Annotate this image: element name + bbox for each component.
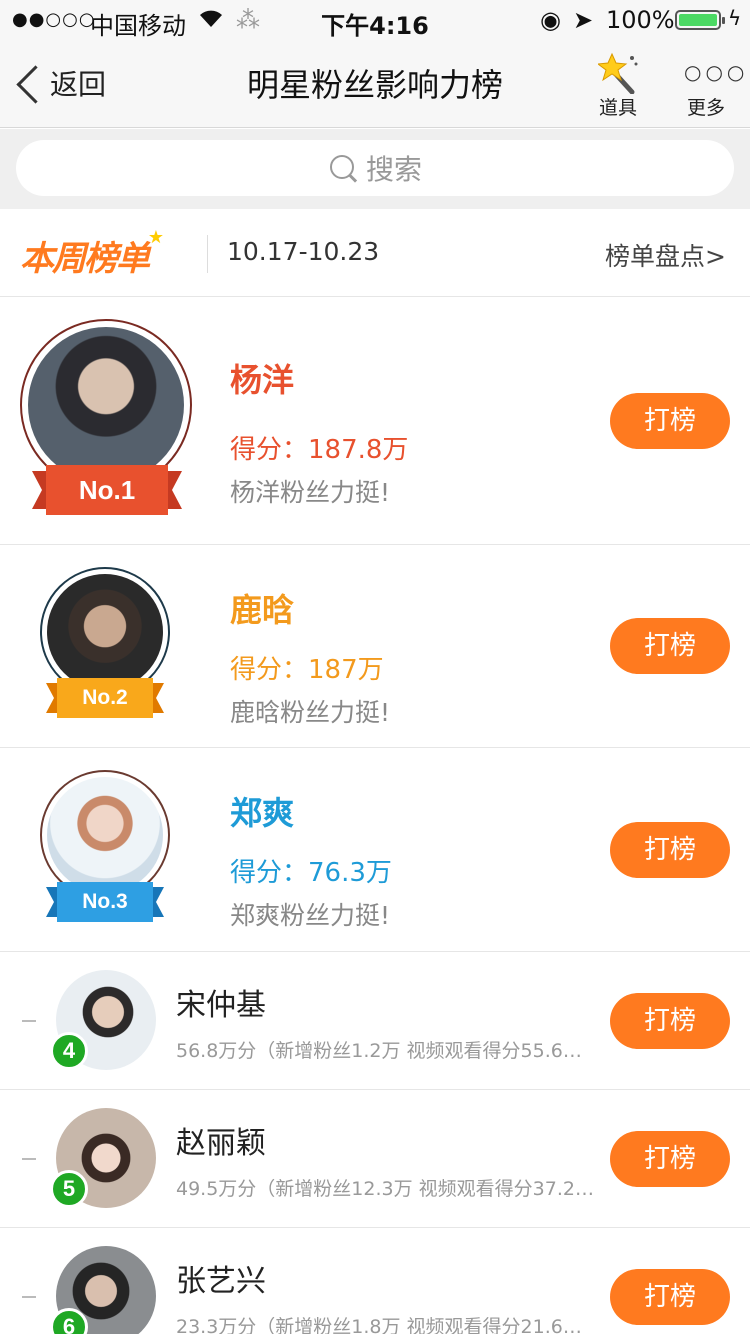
star-icon: ★ <box>147 227 164 248</box>
battery-percentage: 100% <box>606 6 675 34</box>
search-placeholder: 搜索 <box>365 153 422 186</box>
ranking-row-2[interactable]: No.2 鹿晗 得分：187万 鹿晗粉丝力挺! 打榜 <box>0 545 750 748</box>
avatar <box>47 777 163 893</box>
chart-review-link[interactable]: 榜单盘点> <box>605 237 726 273</box>
ranking-row-4[interactable]: 4 宋仲基 56.8万分（新增粉丝1.2万 视频观看得分55.6万） 打榜 <box>0 952 750 1090</box>
weekly-chart-logo: 本周榜单 ★ <box>20 227 164 280</box>
ranking-row-5[interactable]: 5 赵丽颖 49.5万分（新增粉丝12.3万 视频观看得分37.2万） 打榜 <box>0 1090 750 1228</box>
celebrity-name: 郑爽 <box>230 794 295 832</box>
tools-button[interactable]: 道具 <box>586 48 650 120</box>
tools-label: 道具 <box>598 97 637 119</box>
ranking-row-1[interactable]: No.1 杨洋 得分：187.8万 杨洋粉丝力挺! 打榜 <box>0 297 750 545</box>
fan-slogan: 鹿晗粉丝力挺! <box>230 698 391 727</box>
chevron-left-icon <box>14 63 36 103</box>
score: 得分：187万 <box>230 655 384 685</box>
celebrity-name: 杨洋 <box>230 361 295 399</box>
rank-trend-icon <box>22 1296 36 1298</box>
more-label: 更多 <box>686 97 725 119</box>
fan-slogan: 杨洋粉丝力挺! <box>230 478 391 507</box>
score: 得分：76.3万 <box>230 858 392 888</box>
week-date-range: 10.17-10.23 <box>227 237 380 266</box>
rank-badge: 4 <box>50 1032 88 1070</box>
location-arrow-icon: ➤ <box>573 6 594 34</box>
search-input[interactable]: 搜索 <box>16 140 734 196</box>
score-detail: 23.3万分（新增粉丝1.8万 视频观看得分21.6万） <box>176 1316 600 1334</box>
score-detail: 56.8万分（新增粉丝1.2万 视频观看得分55.6万） <box>176 1040 600 1062</box>
score: 得分：187.8万 <box>230 435 409 465</box>
orientation-lock-icon: ◉ <box>540 6 561 34</box>
search-icon <box>328 153 358 183</box>
avatar <box>47 574 163 690</box>
search-area: 搜索 <box>0 129 750 209</box>
vote-button[interactable]: 打榜 <box>610 1131 730 1187</box>
rank-trend-icon <box>22 1020 36 1022</box>
magic-wand-icon <box>598 52 638 94</box>
vote-button[interactable]: 打榜 <box>610 993 730 1049</box>
celebrity-name: 鹿晗 <box>230 591 295 629</box>
celebrity-name: 赵丽颖 <box>176 1126 266 1161</box>
battery-icon <box>675 10 725 30</box>
back-label: 返回 <box>50 68 107 101</box>
rank-label: No.3 <box>82 890 128 913</box>
celebrity-name: 宋仲基 <box>176 988 266 1023</box>
more-dots-icon: ○○○ <box>684 60 749 84</box>
rank-trend-icon <box>22 1158 36 1160</box>
navigation-bar: 返回 明星粉丝影响力榜 道具 ○○○ 更多 <box>0 40 750 128</box>
back-button[interactable]: 返回 <box>14 58 106 108</box>
battery-fill <box>679 14 717 26</box>
vote-button[interactable]: 打榜 <box>610 393 730 449</box>
ranking-row-3[interactable]: No.3 郑爽 得分：76.3万 郑爽粉丝力挺! 打榜 <box>0 748 750 952</box>
avatar <box>28 327 184 483</box>
avatar-frame <box>40 770 170 900</box>
status-bar: ●●○○○ 中国移动 ⁂ 下午4:16 ◉ ➤ 100% ϟ <box>0 0 750 40</box>
ranking-row-6[interactable]: 6 张艺兴 23.3万分（新增粉丝1.8万 视频观看得分21.6万） 打榜 <box>0 1228 750 1334</box>
rank-ribbon: No.3 <box>46 882 164 922</box>
weekly-chart-logo-text: 本周榜单 <box>20 239 150 279</box>
rank-badge: 5 <box>50 1170 88 1208</box>
vote-button[interactable]: 打榜 <box>610 1269 730 1325</box>
score-detail: 49.5万分（新增粉丝12.3万 视频观看得分37.2万） <box>176 1178 600 1200</box>
rank-label: No.2 <box>82 686 128 709</box>
celebrity-name: 张艺兴 <box>176 1264 266 1299</box>
vote-button[interactable]: 打榜 <box>610 618 730 674</box>
weekly-chart-header: 本周榜单 ★ 10.17-10.23 榜单盘点> <box>0 209 750 297</box>
fan-slogan: 郑爽粉丝力挺! <box>230 901 391 930</box>
rank-label: No.1 <box>78 475 136 505</box>
rank-ribbon: No.2 <box>46 678 164 718</box>
divider <box>207 235 208 273</box>
vote-button[interactable]: 打榜 <box>610 822 730 878</box>
charging-bolt-icon: ϟ <box>728 6 742 30</box>
rank-ribbon: No.1 <box>32 465 182 515</box>
more-button[interactable]: ○○○ 更多 <box>674 48 744 120</box>
